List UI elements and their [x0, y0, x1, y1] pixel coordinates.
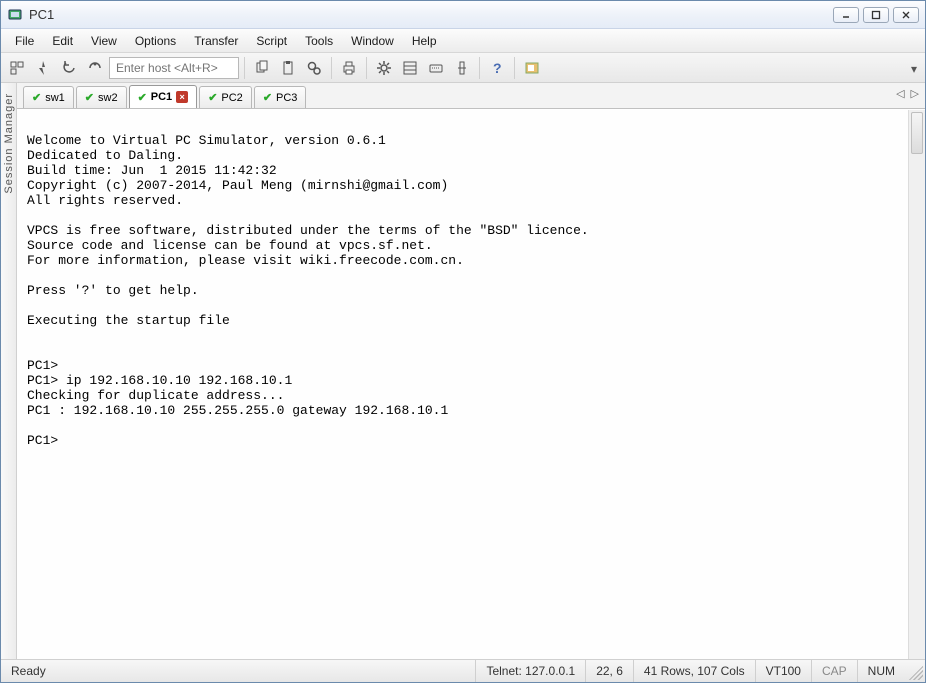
status-size: 41 Rows, 107 Cols: [633, 660, 755, 682]
session-manager-panel-tab[interactable]: Session Manager: [1, 83, 17, 659]
connected-icon: ✔: [32, 91, 41, 104]
menu-file[interactable]: File: [7, 31, 42, 51]
tab-label: PC2: [221, 92, 242, 104]
status-caps: CAP: [811, 660, 857, 682]
script-icon[interactable]: [520, 56, 544, 80]
connected-icon: ✔: [263, 91, 272, 104]
body-row: Session Manager ✔ sw1 ✔ sw2 ✔ PC1 × ✔ PC2 ✔ PC…: [1, 83, 925, 660]
separator: [366, 57, 367, 79]
minimize-button[interactable]: [833, 7, 859, 23]
tab-pc2[interactable]: ✔ PC2: [199, 86, 252, 108]
vertical-scrollbar[interactable]: [908, 110, 925, 659]
menu-tools[interactable]: Tools: [297, 31, 341, 51]
tab-label: sw2: [98, 92, 118, 104]
reconnect-icon[interactable]: [57, 56, 81, 80]
menu-script[interactable]: Script: [248, 31, 295, 51]
close-tab-icon[interactable]: ×: [176, 91, 188, 103]
print-icon[interactable]: [337, 56, 361, 80]
menu-window[interactable]: Window: [343, 31, 402, 51]
menu-help[interactable]: Help: [404, 31, 445, 51]
connected-icon: ✔: [208, 91, 217, 104]
connected-icon: ✔: [138, 91, 147, 104]
menu-transfer[interactable]: Transfer: [186, 31, 246, 51]
status-num: NUM: [857, 660, 905, 682]
terminal-wrap: Welcome to Virtual PC Simulator, version…: [17, 109, 925, 659]
separator: [479, 57, 480, 79]
keymap-icon[interactable]: [424, 56, 448, 80]
resize-grip-icon[interactable]: [905, 662, 923, 680]
close-button[interactable]: [893, 7, 919, 23]
maximize-button[interactable]: [863, 7, 889, 23]
menu-options[interactable]: Options: [127, 31, 184, 51]
app-window: PC1 File Edit View Options Transfer Scri…: [0, 0, 926, 683]
toggle-icon[interactable]: [450, 56, 474, 80]
tab-sw1[interactable]: ✔ sw1: [23, 86, 74, 108]
tabs-row: ✔ sw1 ✔ sw2 ✔ PC1 × ✔ PC2 ✔ PC3 ◁ ▷: [17, 83, 925, 109]
properties-icon[interactable]: [398, 56, 422, 80]
copy-icon[interactable]: [250, 56, 274, 80]
separator: [244, 57, 245, 79]
window-controls: [833, 7, 919, 23]
disconnect-icon[interactable]: [83, 56, 107, 80]
separator: [514, 57, 515, 79]
settings-icon[interactable]: [372, 56, 396, 80]
tab-label: PC3: [276, 92, 297, 104]
separator: [331, 57, 332, 79]
tabs-nav: ◁ ▷: [896, 87, 919, 100]
tab-prev-icon[interactable]: ◁: [896, 87, 904, 100]
app-icon: [7, 7, 23, 23]
menubar: File Edit View Options Transfer Script T…: [1, 29, 925, 53]
tab-label: sw1: [45, 92, 65, 104]
tab-pc1[interactable]: ✔ PC1 ×: [129, 85, 198, 108]
statusbar: Ready Telnet: 127.0.0.1 22, 6 41 Rows, 1…: [1, 660, 925, 682]
terminal[interactable]: Welcome to Virtual PC Simulator, version…: [17, 110, 908, 659]
status-ready: Ready: [1, 660, 56, 682]
find-icon[interactable]: [302, 56, 326, 80]
tab-sw2[interactable]: ✔ sw2: [76, 86, 127, 108]
toolbar: ? ▾: [1, 53, 925, 83]
host-input[interactable]: [109, 57, 239, 79]
window-title: PC1: [29, 7, 833, 22]
menu-edit[interactable]: Edit: [44, 31, 81, 51]
menu-view[interactable]: View: [83, 31, 125, 51]
tab-next-icon[interactable]: ▷: [911, 87, 919, 100]
tab-pc3[interactable]: ✔ PC3: [254, 86, 307, 108]
status-emulation: VT100: [755, 660, 811, 682]
tab-label: PC1: [151, 91, 172, 103]
paste-icon[interactable]: [276, 56, 300, 80]
toolbar-overflow-icon[interactable]: ▾: [911, 62, 921, 72]
svg-text:?: ?: [493, 60, 502, 76]
titlebar: PC1: [1, 1, 925, 29]
quick-connect-icon[interactable]: [31, 56, 55, 80]
session-manager-label: Session Manager: [3, 89, 15, 198]
connected-icon: ✔: [85, 91, 94, 104]
help-icon[interactable]: ?: [485, 56, 509, 80]
status-connection: Telnet: 127.0.0.1: [475, 660, 585, 682]
status-cursor: 22, 6: [585, 660, 633, 682]
session-manager-icon[interactable]: [5, 56, 29, 80]
main-area: ✔ sw1 ✔ sw2 ✔ PC1 × ✔ PC2 ✔ PC3 ◁ ▷ Welcome to…: [17, 83, 925, 659]
